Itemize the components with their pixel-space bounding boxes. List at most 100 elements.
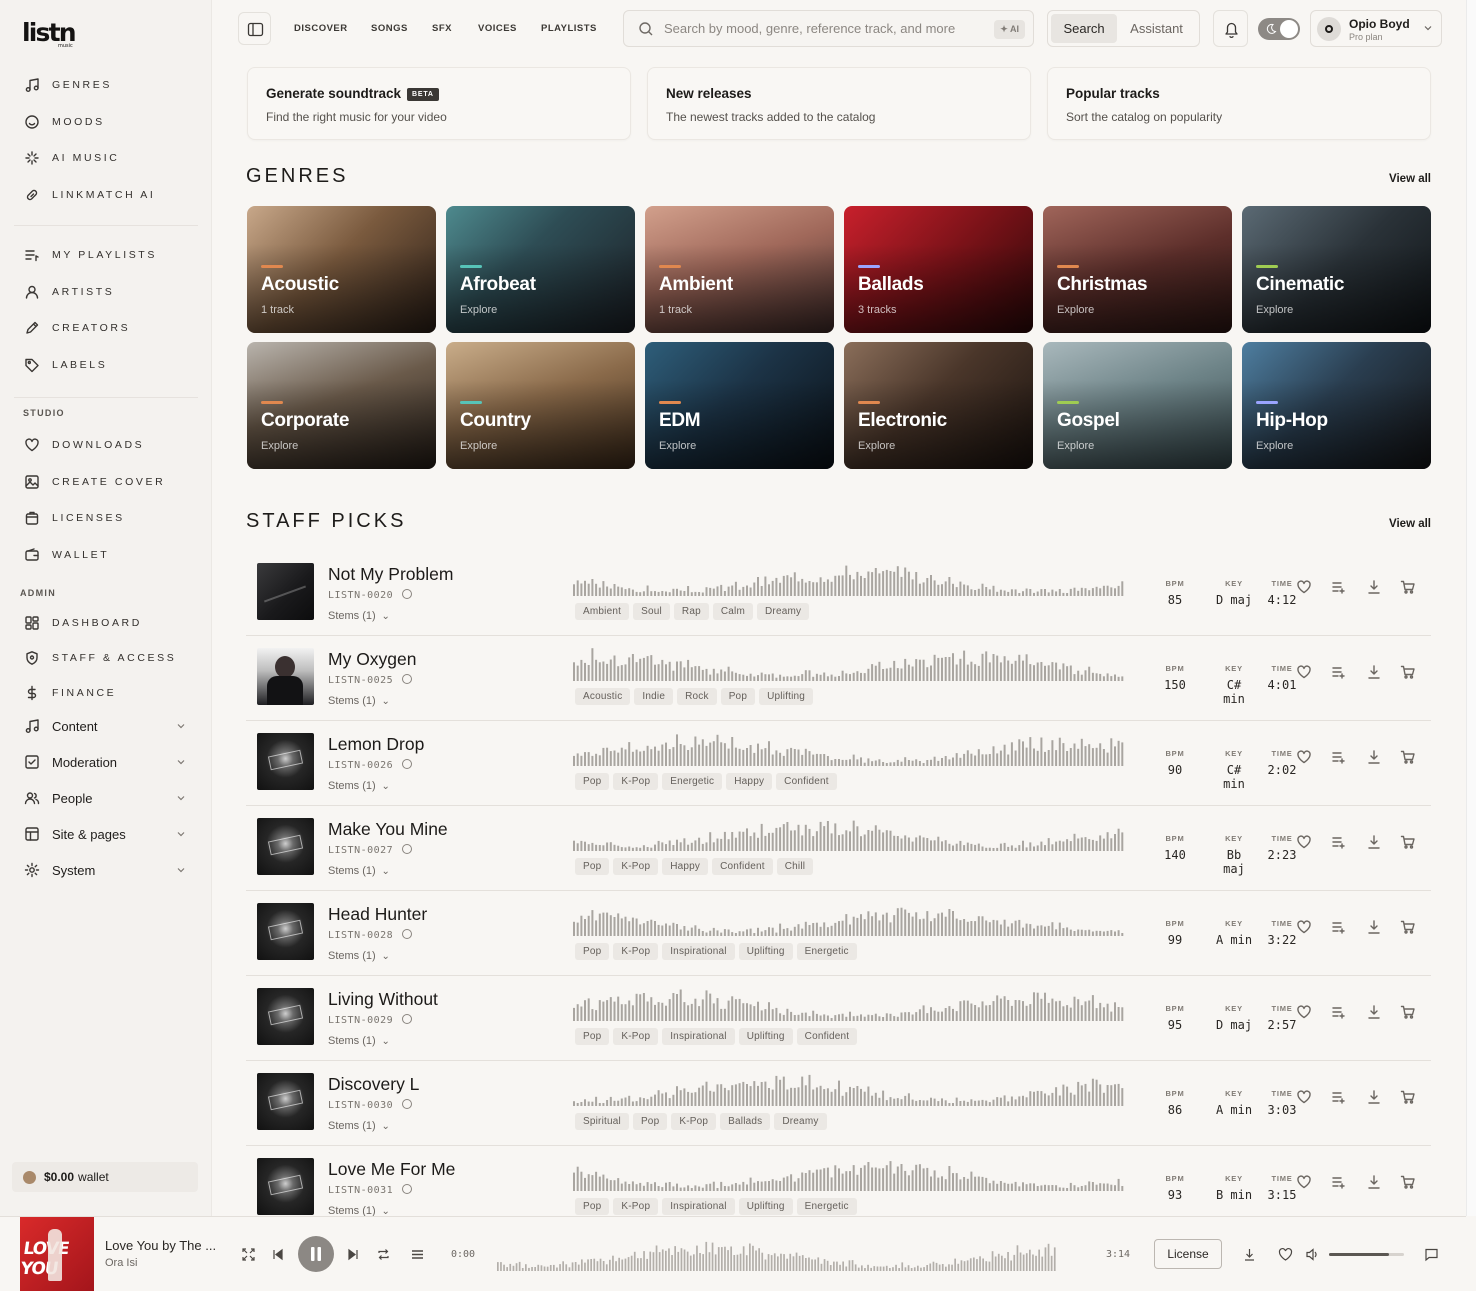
info-icon[interactable] xyxy=(402,1184,413,1194)
tag-pop[interactable]: Pop xyxy=(575,943,610,960)
download-icon[interactable] xyxy=(1366,919,1382,935)
add-to-playlist-icon[interactable] xyxy=(1331,919,1347,935)
track-title[interactable]: Head Hunter xyxy=(328,904,427,925)
track-cover[interactable] xyxy=(257,733,314,790)
cart-icon[interactable] xyxy=(1400,1174,1416,1190)
assistant-mode-button[interactable]: Assistant xyxy=(1117,14,1196,43)
tag-k-pop[interactable]: K-Pop xyxy=(671,1113,717,1130)
genre-card-country[interactable]: Country Explore xyxy=(446,342,635,469)
track-row[interactable]: Head Hunter LISTN-0028 Stems (1) ⌄ Pop K-Pop… xyxy=(246,891,1431,976)
stems-dropdown[interactable]: Stems (1) ⌄ xyxy=(328,950,390,962)
tag-happy[interactable]: Happy xyxy=(726,773,773,790)
genre-card-hip-hop[interactable]: Hip-Hop Explore xyxy=(1242,342,1431,469)
add-to-playlist-icon[interactable] xyxy=(1331,834,1347,850)
search-input[interactable] xyxy=(664,21,984,36)
tag-rock[interactable]: Rock xyxy=(677,688,717,705)
track-title[interactable]: Love Me For Me xyxy=(328,1159,455,1180)
genre-card-ambient[interactable]: Ambient 1 track xyxy=(645,206,834,333)
track-cover[interactable] xyxy=(257,648,314,705)
tab-sfx[interactable]: SFX xyxy=(432,23,452,34)
tag-ballads[interactable]: Ballads xyxy=(720,1113,771,1130)
tag-k-pop[interactable]: K-Pop xyxy=(613,1028,659,1045)
tag-energetic[interactable]: Energetic xyxy=(796,943,857,960)
track-title[interactable]: Discovery L xyxy=(328,1074,419,1095)
stems-dropdown[interactable]: Stems (1) ⌄ xyxy=(328,610,390,622)
download-icon[interactable] xyxy=(1242,1247,1257,1262)
track-waveform[interactable] xyxy=(573,732,1125,766)
tag-uplifting[interactable]: Uplifting xyxy=(738,1198,793,1215)
heart-icon[interactable] xyxy=(1296,919,1312,935)
previous-icon[interactable] xyxy=(270,1247,285,1262)
track-row[interactable]: Discovery L LISTN-0030 Stems (1) ⌄ Spiritua… xyxy=(246,1061,1431,1146)
track-row[interactable]: Living Without LISTN-0029 Stems (1) ⌄ Pop K-… xyxy=(246,976,1431,1061)
tag-spiritual[interactable]: Spiritual xyxy=(575,1113,629,1130)
now-playing-artist[interactable]: Ora Isi xyxy=(105,1257,137,1269)
download-icon[interactable] xyxy=(1366,1004,1382,1020)
track-waveform[interactable] xyxy=(573,1157,1125,1191)
volume-slider[interactable] xyxy=(1329,1253,1404,1256)
sidebar-item-ai-music[interactable]: AI Music xyxy=(0,140,212,177)
add-to-playlist-icon[interactable] xyxy=(1331,1089,1347,1105)
scrollbar[interactable] xyxy=(1466,0,1476,1216)
theme-toggle[interactable] xyxy=(1258,18,1300,40)
notifications-button[interactable] xyxy=(1213,10,1248,47)
add-to-playlist-icon[interactable] xyxy=(1331,1004,1347,1020)
sidebar-toggle-button[interactable] xyxy=(238,12,271,45)
cart-icon[interactable] xyxy=(1400,834,1416,850)
cart-icon[interactable] xyxy=(1400,579,1416,595)
tag-confident[interactable]: Confident xyxy=(796,1028,858,1045)
stems-dropdown[interactable]: Stems (1) ⌄ xyxy=(328,1120,390,1132)
sidebar-item-artists[interactable]: Artists xyxy=(0,274,212,311)
add-to-playlist-icon[interactable] xyxy=(1331,579,1347,595)
download-icon[interactable] xyxy=(1366,1089,1382,1105)
track-waveform[interactable] xyxy=(573,902,1125,936)
tag-confident[interactable]: Confident xyxy=(776,773,837,790)
tag-pop[interactable]: Pop xyxy=(632,1113,668,1130)
info-icon[interactable] xyxy=(402,589,413,599)
track-title[interactable]: Make You Mine xyxy=(328,819,448,840)
quick-card-generate-soundtrack[interactable]: Generate soundtrack BETA Find the right mu… xyxy=(247,67,631,140)
sidebar-item-downloads[interactable]: Downloads xyxy=(0,427,212,464)
tag-pop[interactable]: Pop xyxy=(575,1028,610,1045)
download-icon[interactable] xyxy=(1366,834,1382,850)
heart-icon[interactable] xyxy=(1296,1089,1312,1105)
cart-icon[interactable] xyxy=(1400,749,1416,765)
track-cover[interactable] xyxy=(257,1073,314,1130)
stems-dropdown[interactable]: Stems (1) ⌄ xyxy=(328,780,390,792)
cart-icon[interactable] xyxy=(1400,664,1416,680)
track-cover[interactable] xyxy=(257,1158,314,1215)
tag-dreamy[interactable]: Dreamy xyxy=(757,603,810,620)
play-pause-button[interactable] xyxy=(298,1236,334,1272)
genre-card-corporate[interactable]: Corporate Explore xyxy=(247,342,436,469)
tag-k-pop[interactable]: K-Pop xyxy=(613,773,659,790)
tag-dreamy[interactable]: Dreamy xyxy=(774,1113,827,1130)
genre-card-acoustic[interactable]: Acoustic 1 track xyxy=(247,206,436,333)
tag-k-pop[interactable]: K-Pop xyxy=(613,858,659,875)
tag-pop[interactable]: Pop xyxy=(720,688,756,705)
next-icon[interactable] xyxy=(346,1247,361,1262)
logo[interactable]: listn music xyxy=(22,20,77,49)
track-waveform[interactable] xyxy=(573,1072,1125,1106)
sidebar-item-dashboard[interactable]: Dashboard xyxy=(0,605,212,640)
cart-icon[interactable] xyxy=(1400,1004,1416,1020)
genre-card-electronic[interactable]: Electronic Explore xyxy=(844,342,1033,469)
stems-dropdown[interactable]: Stems (1) ⌄ xyxy=(328,865,390,877)
add-to-playlist-icon[interactable] xyxy=(1331,1174,1347,1190)
genres-view-all-link[interactable]: View all xyxy=(1389,173,1431,185)
sidebar-item-linkmatch-ai[interactable]: Linkmatch AI xyxy=(0,177,212,214)
track-row[interactable]: Not My Problem LISTN-0020 Stems (1) ⌄ Ambie… xyxy=(246,551,1431,636)
now-playing-title[interactable]: Love You by The ... xyxy=(105,1238,220,1253)
track-waveform[interactable] xyxy=(573,647,1125,681)
tag-confident[interactable]: Confident xyxy=(712,858,773,875)
track-row[interactable]: My Oxygen LISTN-0025 Stems (1) ⌄ Acoustic In… xyxy=(246,636,1431,721)
tag-uplifting[interactable]: Uplifting xyxy=(759,688,814,705)
cart-icon[interactable] xyxy=(1400,919,1416,935)
repeat-icon[interactable] xyxy=(376,1247,391,1262)
tag-uplifting[interactable]: Uplifting xyxy=(738,1028,793,1045)
heart-icon[interactable] xyxy=(1296,579,1312,595)
add-to-playlist-icon[interactable] xyxy=(1331,749,1347,765)
stems-dropdown[interactable]: Stems (1) ⌄ xyxy=(328,695,390,707)
volume-icon[interactable] xyxy=(1305,1247,1320,1262)
now-playing-cover[interactable]: LOVE YOU xyxy=(19,1217,94,1291)
wallet-balance[interactable]: $0.00 wallet xyxy=(12,1162,198,1192)
